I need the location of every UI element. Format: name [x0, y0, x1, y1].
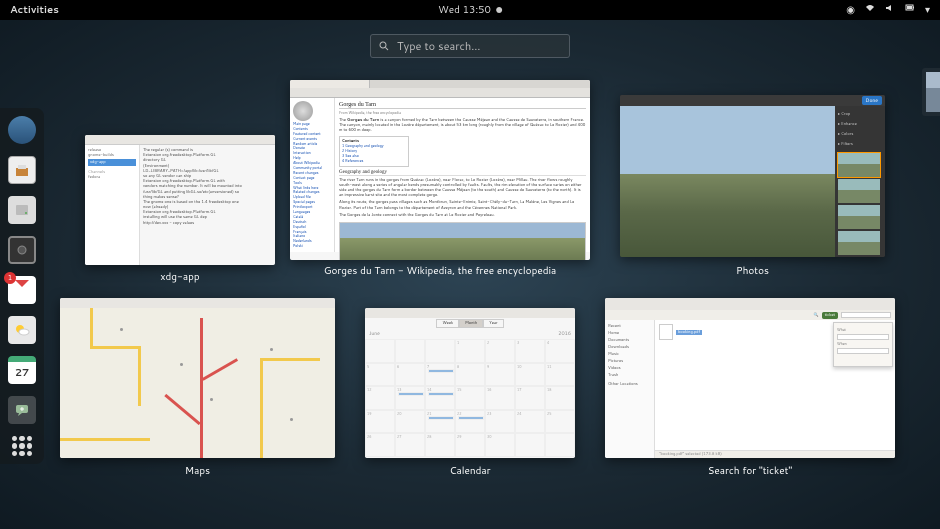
photo-canvas[interactable]: [620, 106, 835, 257]
window-label: xdg-app: [85, 270, 275, 284]
window-calendar[interactable]: Week Month Year June 2016 12345678910111…: [365, 308, 575, 458]
battery-icon[interactable]: [905, 3, 915, 17]
accessibility-icon[interactable]: ◉: [846, 3, 855, 17]
overview: release gnome-builds xdg-app Channels fe…: [60, 80, 930, 519]
svg-text:#: #: [20, 404, 24, 413]
window-photos[interactable]: Done ▸ Crop▸ Enhance▸ Colors▸ Filters: [620, 95, 885, 257]
maps-badge: 1: [4, 272, 16, 284]
done-button[interactable]: Done: [862, 96, 882, 105]
active-channel[interactable]: xdg-app: [88, 159, 136, 166]
sidebar-item[interactable]: Music: [608, 351, 651, 358]
software-icon[interactable]: [8, 156, 36, 184]
notification-dot-icon: [496, 7, 502, 13]
tool-item[interactable]: ▸ Colors: [838, 129, 882, 139]
sidebar-item[interactable]: Videos: [608, 365, 651, 372]
wifi-icon[interactable]: [865, 3, 875, 17]
file-icon: [659, 324, 673, 340]
window-files[interactable]: 🔍 ticket RecentHomeDocumentsDownloadsMus…: [605, 298, 895, 458]
panorama-image: [339, 222, 586, 260]
chevron-down-icon[interactable]: ▾: [925, 3, 930, 17]
titlebar: [605, 298, 895, 310]
show-apps-icon[interactable]: [12, 436, 32, 456]
titlebar: [85, 135, 275, 145]
search-bar: 🔍 ticket: [605, 310, 895, 320]
files-sidebar: RecentHomeDocumentsDownloadsMusicPicture…: [605, 320, 655, 458]
maps-icon[interactable]: 1: [8, 276, 36, 304]
article-title: Gorges du Tarn: [339, 102, 586, 109]
window-xdg-app[interactable]: release gnome-builds xdg-app Channels fe…: [85, 135, 275, 265]
browser-tab[interactable]: [290, 80, 370, 88]
filter-thumb[interactable]: [838, 153, 880, 177]
search-placeholder: Type to search…: [397, 38, 481, 54]
sidebar-item[interactable]: Home: [608, 330, 651, 337]
wiki-article: Gorges du Tarn From Wikipedia, the free …: [335, 98, 590, 252]
weather-icon[interactable]: [8, 316, 36, 344]
wikipedia-logo-icon: [293, 101, 313, 121]
wiki-sidebar: Main pageContentsFeatured contentCurrent…: [290, 98, 335, 252]
month-label: June: [369, 330, 380, 337]
filter-thumb[interactable]: [838, 231, 880, 255]
window-label: Gorges du Tarn - Wikipedia, the free enc…: [290, 264, 590, 278]
window-label: Calendar: [365, 464, 575, 478]
month-grid[interactable]: 1234567891011121314151617181920212223242…: [365, 339, 575, 457]
window-wikipedia[interactable]: Main pageContentsFeatured contentCurrent…: [290, 80, 590, 260]
system-tray[interactable]: ◉ ▾: [846, 3, 930, 17]
window-label: Photos: [620, 264, 885, 278]
search-input[interactable]: [841, 312, 891, 318]
tool-item[interactable]: ▸ Enhance: [838, 119, 882, 129]
sidebar-item[interactable]: Documents: [608, 337, 651, 344]
tool-item[interactable]: ▸ Crop: [838, 109, 882, 119]
year-label: 2016: [558, 330, 571, 337]
disks-icon[interactable]: [8, 196, 36, 224]
sidebar-item[interactable]: Recent: [608, 323, 651, 330]
sidebar-item[interactable]: Other Locations: [608, 381, 651, 388]
sidebar-item[interactable]: Downloads: [608, 344, 651, 351]
view-switcher[interactable]: Week Month Year: [365, 318, 575, 328]
browser-chrome: [290, 80, 590, 98]
files-results: booking.pdf What When "booking.pdf" sele…: [655, 320, 895, 458]
window-label: Maps: [60, 464, 335, 478]
sidebar-item[interactable]: Pictures: [608, 358, 651, 365]
filter-thumb[interactable]: [838, 179, 880, 203]
filter-popover[interactable]: What When: [833, 322, 893, 367]
clock[interactable]: Wed 13:50: [438, 3, 502, 17]
chat-icon[interactable]: #: [8, 396, 36, 424]
search-chip[interactable]: ticket: [822, 312, 838, 319]
tool-item[interactable]: ▸ Filters: [838, 139, 882, 149]
window-label: Search for "ticket": [605, 464, 895, 478]
calendar-icon[interactable]: 27: [8, 356, 36, 384]
titlebar: [365, 308, 575, 318]
volume-icon[interactable]: [885, 3, 895, 17]
sidebar-item[interactable]: Trash: [608, 372, 651, 379]
photo-tools: ▸ Crop▸ Enhance▸ Colors▸ Filters: [835, 106, 885, 257]
titlebar: Done: [620, 95, 885, 106]
top-bar: Activities Wed 13:50 ◉ ▾: [0, 0, 940, 20]
map-canvas[interactable]: [60, 308, 335, 458]
camera-icon[interactable]: [8, 236, 36, 264]
filter-thumb[interactable]: [838, 205, 880, 229]
status-bar: "booking.pdf" selected (173.8 kB): [655, 450, 895, 458]
window-maps[interactable]: [60, 298, 335, 458]
titlebar: [60, 298, 335, 308]
overview-search[interactable]: Type to search…: [370, 34, 570, 58]
clock-label: Wed 13:50: [438, 3, 491, 17]
chat-sidebar: release gnome-builds xdg-app Channels fe…: [85, 145, 140, 265]
chat-content: The regular (s) command is Extension org…: [140, 145, 275, 265]
search-icon: [379, 41, 389, 51]
dash: 1 27 #: [0, 108, 44, 464]
filter-thumbs: [838, 153, 882, 255]
activities-button[interactable]: Activities: [10, 3, 59, 17]
web-browser-icon[interactable]: [8, 116, 36, 144]
